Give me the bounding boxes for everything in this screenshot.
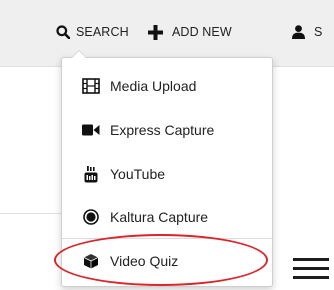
menu-item-youtube[interactable]: YouTube <box>62 159 272 189</box>
menu-item-media-upload[interactable]: Media Upload <box>62 71 272 101</box>
search-icon <box>56 25 70 39</box>
record-icon <box>80 209 102 225</box>
menu-item-label: YouTube <box>110 166 166 182</box>
video-camera-icon <box>80 124 102 136</box>
plus-icon <box>148 24 163 40</box>
menu-item-label: Kaltura Capture <box>110 209 209 225</box>
dropdown-caret <box>71 50 87 58</box>
film-icon <box>80 78 102 94</box>
cube-icon <box>80 253 102 269</box>
user-menu-button[interactable]: S <box>292 22 322 42</box>
youtube-icon <box>80 165 102 183</box>
add-new-label: ADD NEW <box>172 25 232 39</box>
divider <box>0 213 70 214</box>
search-button[interactable]: SEARCH <box>56 22 129 42</box>
hamburger-bar <box>293 258 329 261</box>
hamburger-bar <box>293 267 329 270</box>
hamburger-bar <box>293 276 329 279</box>
search-label: SEARCH <box>76 25 129 39</box>
menu-item-label: Express Capture <box>110 122 215 138</box>
menu-item-label: Media Upload <box>110 78 197 94</box>
menu-item-label: Video Quiz <box>110 253 179 269</box>
menu-separator <box>62 238 272 239</box>
add-new-button[interactable]: ADD NEW <box>148 22 232 42</box>
menu-item-kaltura-capture[interactable]: Kaltura Capture <box>62 202 272 232</box>
user-label: S <box>314 25 323 39</box>
menu-item-express-capture[interactable]: Express Capture <box>62 115 272 145</box>
menu-item-video-quiz[interactable]: Video Quiz <box>62 246 272 276</box>
user-icon <box>292 25 305 39</box>
add-new-dropdown-menu: Media Upload Express Capture YouTube Kal… <box>61 50 273 287</box>
hamburger-menu-icon[interactable] <box>293 258 329 282</box>
